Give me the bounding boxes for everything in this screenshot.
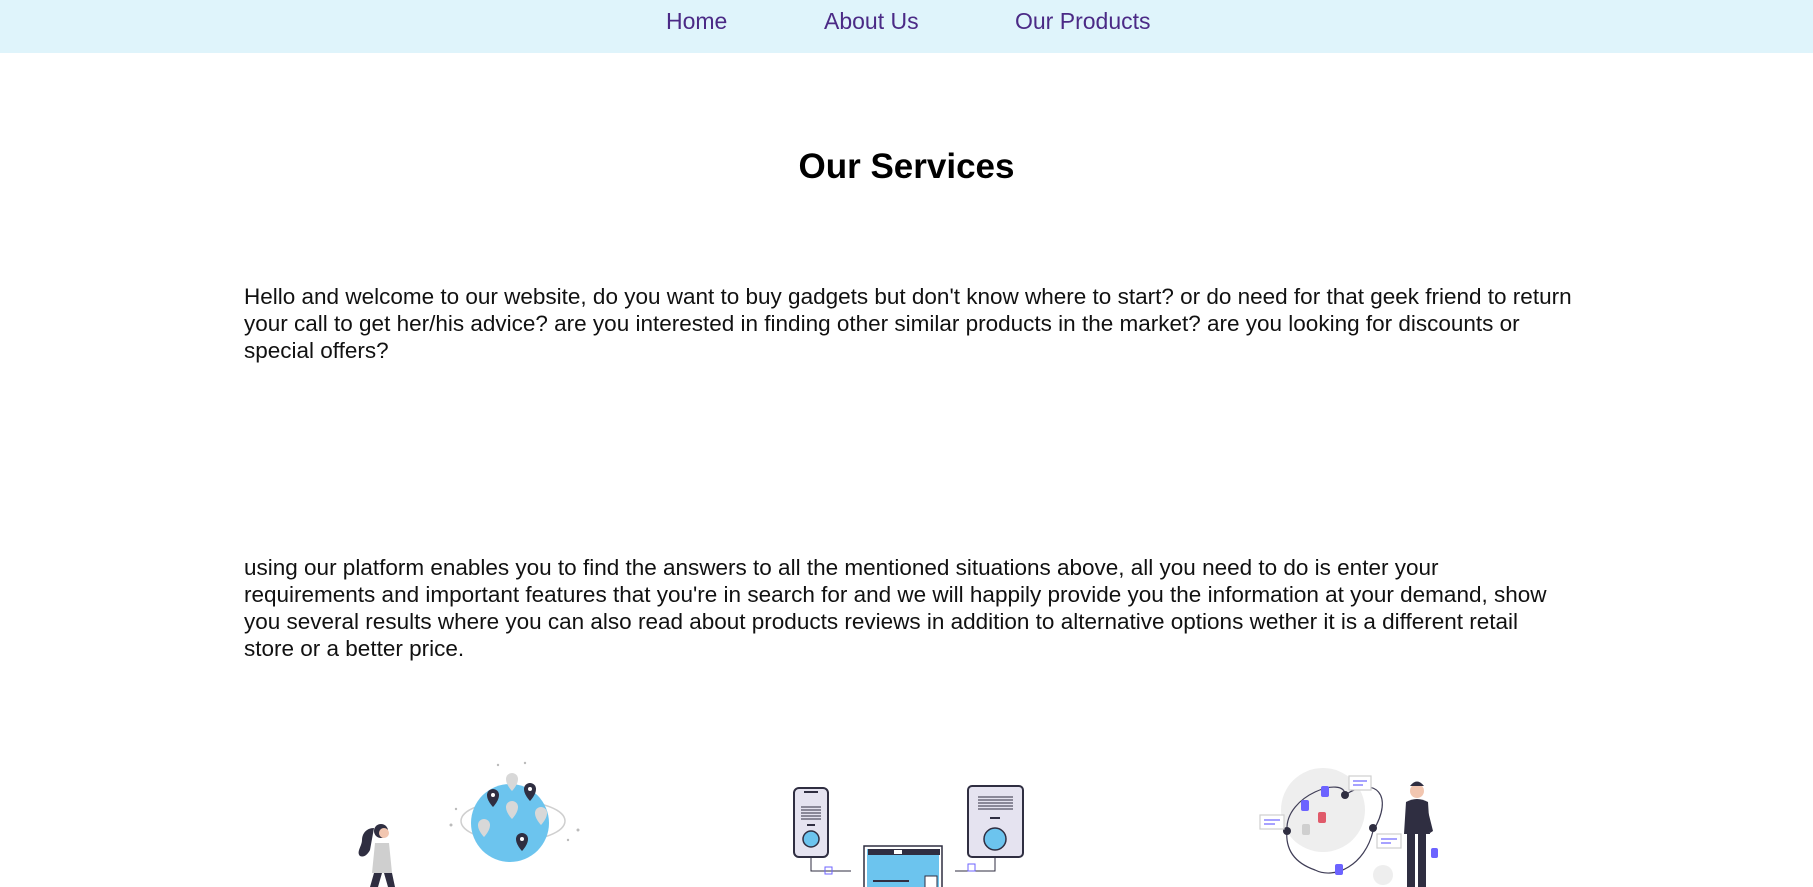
connected-devices-icon	[785, 755, 1030, 887]
nav-link-about-us[interactable]: About Us	[824, 8, 919, 34]
person-with-product-network-icon	[1255, 755, 1455, 887]
person-with-globe-map-pins-icon	[350, 755, 590, 887]
page-title: Our Services	[798, 147, 1015, 186]
nav-link-home[interactable]: Home	[666, 8, 727, 34]
platform-paragraph: using our platform enables you to find t…	[244, 555, 1547, 661]
top-navbar: Home About Us Our Products	[0, 0, 1813, 53]
nav-link-our-products[interactable]: Our Products	[1015, 8, 1151, 34]
intro-paragraph: Hello and welcome to our website, do you…	[244, 284, 1572, 363]
